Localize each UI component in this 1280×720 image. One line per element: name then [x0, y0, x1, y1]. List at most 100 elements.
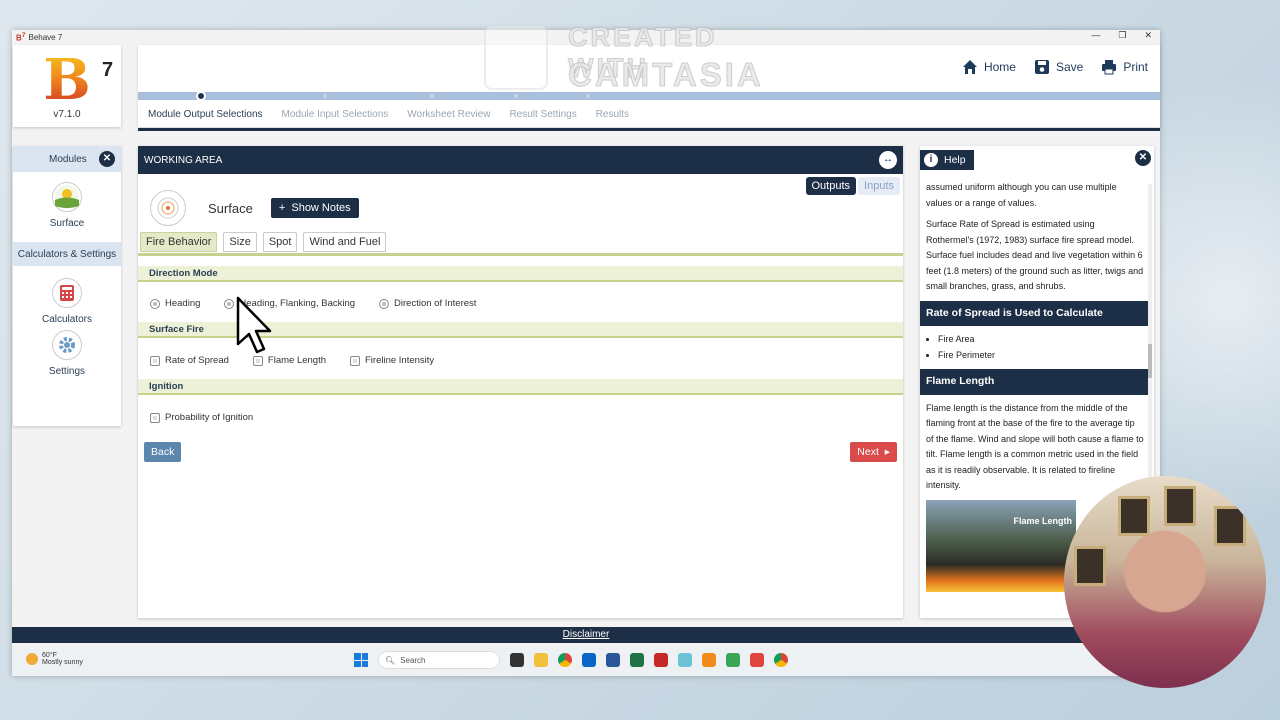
scroll-thumb[interactable]	[1148, 344, 1152, 378]
taskbar-search[interactable]: 🔍︎ Search	[378, 651, 500, 669]
step-worksheet-review[interactable]: Worksheet Review	[407, 109, 490, 120]
minimize-button[interactable]: —	[1091, 30, 1100, 41]
image-caption: Flame Length	[1013, 515, 1072, 526]
checkbox[interactable]	[150, 412, 160, 423]
tab-spot[interactable]: Spot	[262, 232, 298, 252]
tab-fire-behavior[interactable]: Fire Behavior	[140, 232, 218, 252]
print-button[interactable]: Print	[1101, 59, 1148, 75]
close-help-button[interactable]: ✕	[1135, 150, 1151, 166]
home-label: Home	[983, 60, 1016, 74]
green-app-icon[interactable]	[726, 653, 740, 667]
check-flame-length[interactable]: Flame Length	[252, 355, 326, 366]
expand-arrows-icon[interactable]: ↔	[879, 151, 897, 169]
task-view-icon[interactable]	[510, 653, 524, 667]
radio-direction-of-interest[interactable]: Direction of Interest	[379, 298, 476, 309]
chrome-icon[interactable]	[558, 653, 572, 667]
red-app-icon[interactable]	[750, 653, 764, 667]
inputs-toggle-button[interactable]: Inputs	[858, 177, 900, 195]
calculator-icon	[52, 278, 82, 308]
module-tabs: Fire Behavior Size Spot Wind and Fuel	[140, 232, 387, 252]
checkbox[interactable]	[252, 355, 263, 366]
home-button[interactable]: Home	[962, 59, 1016, 75]
search-icon: 🔍︎	[385, 655, 396, 665]
weather-widget[interactable]: 60°F Mostly sunny	[26, 652, 83, 666]
webcam-overlay	[1064, 476, 1266, 688]
calculators-settings-header: Calculators & Settings	[13, 242, 121, 266]
show-notes-button[interactable]: + Show Notes	[270, 198, 359, 218]
check-fireline-intensity[interactable]: Fireline Intensity	[350, 355, 434, 366]
close-modules-button[interactable]: ✕	[99, 151, 115, 167]
logo-card: B 7 v7.1.0	[13, 45, 121, 127]
progress-step-3-dot	[430, 94, 434, 98]
excel-icon[interactable]	[630, 653, 644, 667]
progress-step-4-dot	[514, 94, 518, 98]
working-area: WORKING AREA ↔ Outputs Inputs Surface + …	[138, 146, 903, 618]
help-heading-flame-length: Flame Length	[920, 369, 1150, 395]
window-controls: — ❐ ✕	[1091, 30, 1152, 41]
fireline-intensity-label: Fireline Intensity	[365, 355, 435, 366]
help-heading-rate-of-spread: Rate of Spread is Used to Calculate	[920, 300, 1150, 326]
picture-frame	[1214, 506, 1246, 546]
sidebar-item-surface[interactable]: Surface	[13, 172, 121, 242]
radio-circle[interactable]	[224, 298, 235, 309]
help-title: Help	[944, 154, 966, 166]
plus-icon: +	[278, 202, 292, 214]
next-button[interactable]: Next ▸	[850, 442, 897, 462]
file-explorer-icon[interactable]	[534, 653, 548, 667]
step-result-settings[interactable]: Result Settings	[509, 109, 576, 120]
help-list: Fire Area Fire Perimeter	[926, 332, 1144, 363]
radio-circle[interactable]	[150, 298, 160, 309]
watermark-line-2: CAMTASIA	[568, 56, 764, 94]
search-placeholder: Search	[400, 655, 426, 665]
print-icon	[1102, 60, 1117, 75]
progress-step-2-dot	[323, 94, 327, 98]
chrome-profile-icon[interactable]	[774, 653, 788, 667]
check-rate-of-spread[interactable]: Rate of Spread	[150, 355, 229, 366]
logo-letter: B	[43, 46, 91, 113]
radio-circle[interactable]	[379, 298, 390, 309]
header-divider	[138, 128, 1160, 131]
camtasia-watermark: CREATED WITH CAMTASIA	[484, 22, 804, 94]
outputs-inputs-toggle: Outputs Inputs	[805, 177, 900, 195]
mouse-cursor-icon	[236, 296, 272, 354]
window-title: Behave 7	[28, 32, 63, 42]
windows-start-icon[interactable]	[354, 653, 368, 667]
close-window-button[interactable]: ✕	[1144, 30, 1152, 41]
rate-of-spread-label: Rate of Spread	[165, 355, 229, 366]
outlook-icon[interactable]	[582, 653, 596, 667]
direction-mode-header: Direction Mode	[138, 266, 903, 282]
list-item: Fire Area	[938, 332, 1144, 348]
save-button[interactable]: Save	[1034, 59, 1083, 75]
disclaimer-link[interactable]: Disclaimer	[12, 627, 1160, 643]
app-logo: B 7	[22, 52, 113, 108]
back-button[interactable]: Back	[144, 442, 182, 462]
outputs-toggle-button[interactable]: Outputs	[805, 177, 857, 195]
surface-module-icon	[52, 182, 82, 212]
step-results[interactable]: Results	[596, 109, 629, 120]
check-probability-of-ignition[interactable]: Probability of Ignition	[150, 412, 253, 423]
step-module-output-selections[interactable]: Module Output Selections	[148, 109, 263, 120]
sidebar-item-calculators[interactable]: Calculators	[13, 266, 121, 326]
word-icon[interactable]	[606, 653, 620, 667]
wizard-steps: Module Output Selections Module Input Se…	[148, 109, 629, 120]
snipping-tool-icon[interactable]	[678, 653, 692, 667]
radio-heading-label: Heading	[165, 298, 201, 309]
camtasia-logo-icon	[484, 26, 548, 90]
maximize-button[interactable]: ❐	[1118, 30, 1126, 41]
flame-length-label: Flame Length	[267, 355, 326, 366]
help-tab: i Help	[920, 150, 974, 170]
app-window: B7 Behave 7 — ❐ ✕ B 7 v7.1.0 Home Save P…	[12, 30, 1160, 676]
acrobat-icon[interactable]	[654, 653, 668, 667]
sidebar-item-settings[interactable]: Settings	[13, 326, 121, 396]
checkbox[interactable]	[350, 355, 360, 366]
tab-size[interactable]: Size	[223, 232, 257, 252]
weather-desc: Mostly sunny	[42, 659, 83, 666]
behave-app-icon[interactable]	[702, 653, 716, 667]
checkbox[interactable]	[150, 355, 160, 366]
radio-heading[interactable]: Heading	[150, 298, 200, 309]
header-actions: Home Save Print	[962, 59, 1148, 75]
ignition-header: Ignition	[138, 379, 903, 395]
step-module-input-selections[interactable]: Module Input Selections	[282, 109, 389, 120]
tab-wind-and-fuel[interactable]: Wind and Fuel	[303, 232, 387, 252]
flame-length-image: Flame Length	[926, 499, 1076, 592]
